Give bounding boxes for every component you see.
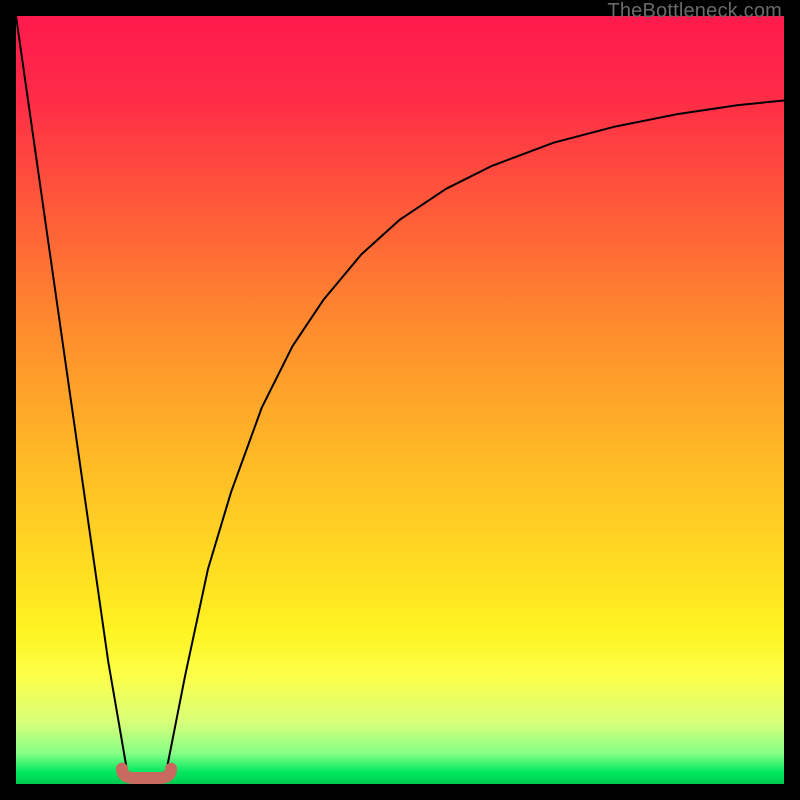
- chart-svg: [16, 16, 784, 784]
- plot-area: [16, 16, 784, 784]
- gradient-background: [16, 16, 784, 784]
- watermark-label: TheBottleneck.com: [607, 0, 782, 23]
- chart-frame: TheBottleneck.com: [0, 0, 800, 800]
